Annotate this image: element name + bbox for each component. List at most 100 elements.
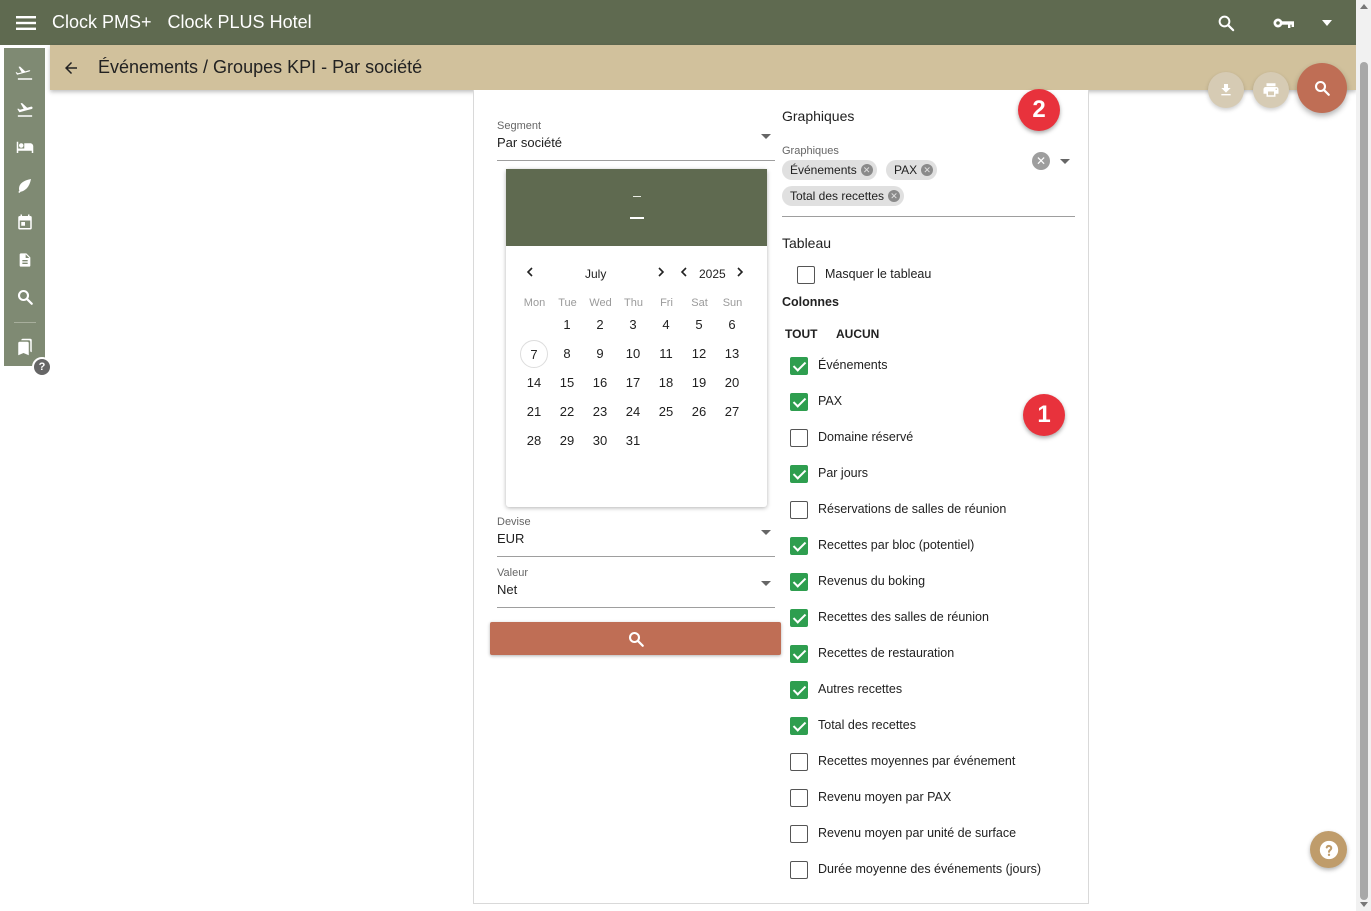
departures-icon[interactable] [4, 91, 45, 128]
arrivals-icon[interactable] [4, 54, 45, 91]
calendar-day[interactable]: 2 [586, 311, 614, 339]
column-checkbox[interactable] [790, 393, 808, 411]
calendar-icon[interactable] [4, 204, 45, 241]
search-icon[interactable] [1206, 3, 1246, 43]
annotation-badge: 1 [1023, 394, 1065, 436]
column-checkbox[interactable] [790, 609, 808, 627]
column-checkbox[interactable] [790, 645, 808, 663]
weekday-label: Sat [691, 297, 708, 309]
rail-divider [13, 321, 36, 323]
chevron-down-icon[interactable] [1060, 159, 1070, 164]
scroll-up-icon[interactable] [1360, 4, 1368, 9]
calendar-day[interactable]: 14 [520, 369, 548, 397]
calendar-day[interactable]: 28 [520, 427, 548, 455]
calendar-day[interactable]: 26 [685, 398, 713, 426]
column-checkbox[interactable] [790, 825, 808, 843]
calendar-day[interactable]: 12 [685, 340, 713, 368]
calendar-day[interactable]: 29 [553, 427, 581, 455]
calendar-day[interactable]: 18 [652, 369, 680, 397]
key-icon[interactable] [1256, 3, 1312, 43]
column-checkbox[interactable] [790, 357, 808, 375]
rail-help-icon[interactable]: ? [32, 357, 52, 377]
page-scrollbar[interactable] [1356, 0, 1371, 911]
account-dropdown-icon[interactable] [1312, 3, 1342, 43]
left-navigation-rail [4, 48, 45, 366]
calendar-day[interactable]: 24 [619, 398, 647, 426]
calendar-day[interactable]: 9 [586, 340, 614, 368]
search-fab-button[interactable] [1297, 63, 1347, 113]
calendar-day[interactable]: 30 [586, 427, 614, 455]
calendar-day[interactable]: 1 [553, 311, 581, 339]
calendar-day[interactable]: 3 [619, 311, 647, 339]
column-checkbox[interactable] [790, 861, 808, 879]
calendar-day[interactable]: 27 [718, 398, 746, 426]
column-checkbox[interactable] [790, 465, 808, 483]
calendar-day[interactable]: 25 [652, 398, 680, 426]
currency-select[interactable]: Devise EUR [497, 516, 775, 557]
rail-search-icon[interactable] [4, 278, 45, 315]
search-button[interactable] [490, 622, 781, 655]
calendar-day[interactable]: 10 [619, 340, 647, 368]
column-checkbox[interactable] [790, 789, 808, 807]
remove-chip-icon[interactable]: ✕ [888, 190, 901, 202]
app-brand[interactable]: Clock PMS+ [52, 12, 152, 33]
document-icon[interactable] [4, 241, 45, 278]
calendar-year[interactable]: 2025 [699, 267, 726, 281]
calendar-day[interactable]: 8 [553, 340, 581, 368]
date-picker: July 2025 Mon Tue Wed Thu Fri Sat Sun 1 2 3 4 5 6 7 8 9… [506, 169, 767, 507]
select-none-button[interactable]: AUCUN [836, 327, 879, 341]
calendar-day[interactable]: 23 [586, 398, 614, 426]
calendar-day[interactable]: 20 [718, 369, 746, 397]
prev-year-icon[interactable] [680, 266, 687, 280]
back-arrow-icon[interactable] [52, 45, 90, 90]
column-checkbox[interactable] [790, 429, 808, 447]
column-checkbox[interactable] [790, 681, 808, 699]
column-checkbox[interactable] [790, 537, 808, 555]
column-checkbox[interactable] [790, 717, 808, 735]
calendar-day[interactable]: 19 [685, 369, 713, 397]
calendar-day[interactable]: 16 [586, 369, 614, 397]
leaf-icon[interactable] [4, 166, 45, 203]
chart-chip[interactable]: Total des recettes ✕ [782, 186, 905, 206]
prev-month-icon[interactable] [526, 266, 533, 280]
charts-select[interactable]: Graphiques Événements ✕ PAX ✕ Total des … [782, 145, 1075, 217]
calendar-month[interactable]: July [585, 267, 606, 281]
calendar-day[interactable]: 7 [520, 340, 548, 368]
scrollbar-thumb[interactable] [1360, 62, 1368, 900]
next-month-icon[interactable] [658, 266, 665, 280]
calendar-day[interactable]: 6 [718, 311, 746, 339]
column-checkbox[interactable] [790, 753, 808, 771]
select-all-button[interactable]: TOUT [785, 327, 817, 341]
calendar-day[interactable]: 21 [520, 398, 548, 426]
print-button[interactable] [1253, 72, 1289, 108]
segment-value: Par société [497, 135, 563, 150]
clear-all-icon[interactable]: ✕ [1032, 152, 1050, 170]
value-select[interactable]: Valeur Net [497, 567, 775, 608]
calendar-day[interactable]: 17 [619, 369, 647, 397]
remove-chip-icon[interactable]: ✕ [860, 164, 873, 176]
charts-field-label: Graphiques [782, 145, 839, 157]
menu-icon[interactable] [0, 0, 52, 45]
hotel-name[interactable]: Clock PLUS Hotel [168, 12, 312, 33]
chart-chip[interactable]: PAX ✕ [886, 160, 938, 180]
column-checkbox[interactable] [790, 573, 808, 591]
calendar-day[interactable]: 31 [619, 427, 647, 455]
calendar-day[interactable]: 13 [718, 340, 746, 368]
help-icon [1319, 840, 1338, 859]
column-checkbox[interactable] [790, 501, 808, 519]
remove-chip-icon[interactable]: ✕ [921, 164, 934, 176]
column-checkbox-label: Revenu moyen par unité de surface [818, 826, 1017, 840]
scroll-down-icon[interactable] [1360, 902, 1368, 907]
chart-chip[interactable]: Événements ✕ [782, 160, 877, 180]
download-button[interactable] [1208, 72, 1244, 108]
help-button[interactable] [1310, 831, 1347, 868]
segment-select[interactable]: Segment Par société [497, 120, 775, 161]
hide-table-checkbox[interactable] [797, 266, 815, 284]
calendar-day[interactable]: 15 [553, 369, 581, 397]
calendar-day[interactable]: 22 [553, 398, 581, 426]
bed-icon[interactable] [4, 129, 45, 166]
calendar-day[interactable]: 5 [685, 311, 713, 339]
calendar-day[interactable]: 4 [652, 311, 680, 339]
next-year-icon[interactable] [737, 266, 744, 280]
calendar-day[interactable]: 11 [652, 340, 680, 368]
